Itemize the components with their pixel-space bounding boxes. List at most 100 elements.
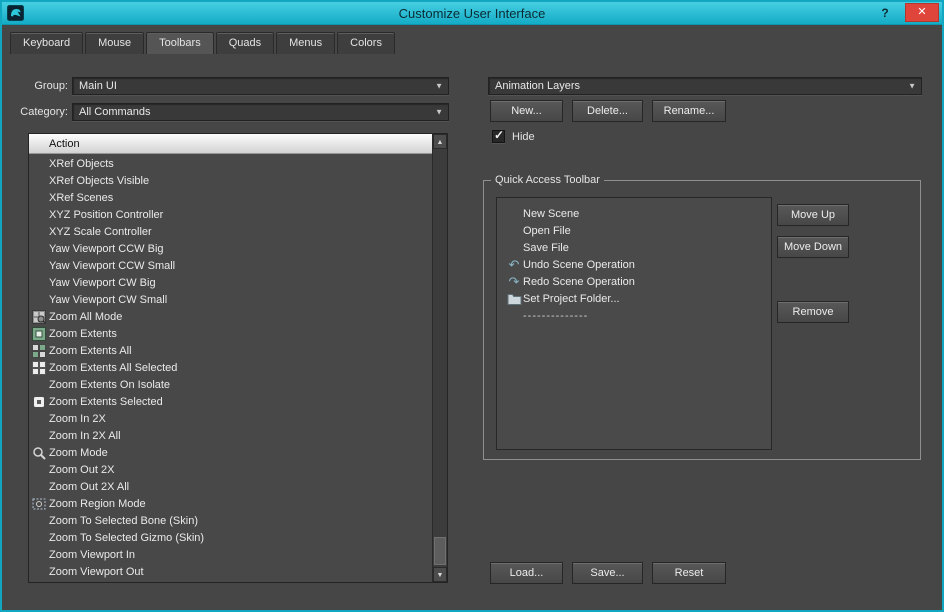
qat-list-item[interactable]: Open File: [497, 222, 771, 239]
action-list-item[interactable]: Yaw Viewport CW Small: [29, 291, 432, 308]
category-dropdown[interactable]: All Commands ▼: [72, 103, 449, 121]
action-list-item[interactable]: Yaw Viewport CCW Small: [29, 257, 432, 274]
group-label: Group:: [34, 80, 68, 92]
action-item-label: Zoom Mode: [49, 446, 108, 459]
load-button[interactable]: Load...: [490, 562, 563, 584]
action-list-item[interactable]: Zoom Out 2X: [29, 461, 432, 478]
action-list-item[interactable]: Zoom To Selected Bone (Skin): [29, 512, 432, 529]
group-dropdown[interactable]: Main UI ▼: [72, 77, 449, 95]
action-item-label: Zoom To Selected Bone (Skin): [49, 514, 198, 527]
tab-colors[interactable]: Colors: [337, 32, 395, 54]
action-list-item[interactable]: Zoom Region Mode: [29, 495, 432, 512]
zoom-mode-icon: [29, 446, 49, 460]
action-item-label: Yaw Viewport CW Small: [49, 293, 168, 306]
tab-mouse[interactable]: Mouse: [85, 32, 145, 54]
scrollbar-thumb[interactable]: [434, 537, 446, 565]
action-list-item[interactable]: Zoom Extents Selected: [29, 393, 432, 410]
action-list-item[interactable]: Zoom Mode: [29, 444, 432, 461]
qat-list-item[interactable]: ↷ Redo Scene Operation: [497, 273, 771, 290]
action-list-item[interactable]: Zoom Extents: [29, 325, 432, 342]
qat-list-item[interactable]: Save File: [497, 239, 771, 256]
action-list-item[interactable]: Zoom In 2X: [29, 410, 432, 427]
action-item-label: Zoom Viewport Out: [49, 565, 144, 578]
category-label: Category:: [20, 106, 68, 118]
action-list-item[interactable]: Zoom Viewport In: [29, 546, 432, 563]
action-list-header: Action: [29, 134, 432, 154]
remove-button[interactable]: Remove: [777, 301, 849, 323]
action-list-item[interactable]: XRef Objects: [29, 155, 432, 172]
close-button[interactable]: ✕: [905, 3, 939, 22]
tab-bar: Keyboard Mouse Toolbars Quads Menus Colors: [10, 32, 395, 54]
action-list-item[interactable]: Zoom Out 2X All: [29, 478, 432, 495]
action-items: XRef Objects XRef Objects Visible XRef Sce…: [29, 155, 432, 582]
action-list-item[interactable]: XYZ Position Controller: [29, 206, 432, 223]
hide-checkbox-label: Hide: [512, 131, 535, 143]
tab-quads[interactable]: Quads: [215, 32, 275, 54]
new-button[interactable]: New...: [490, 100, 563, 122]
redo-icon: ↷: [508, 274, 520, 289]
action-list-item[interactable]: XRef Objects Visible: [29, 172, 432, 189]
action-item-label: Yaw Viewport CCW Small: [49, 259, 176, 272]
action-item-label: Zoom In 2X: [49, 412, 106, 425]
zoom-region-mode-icon: [29, 497, 49, 511]
tab-menus[interactable]: Menus: [276, 32, 336, 54]
action-item-label: Zoom Extents: [49, 327, 117, 340]
qat-item-label: New Scene: [523, 207, 580, 220]
toolbar-dropdown[interactable]: Animation Layers ▼: [488, 77, 922, 95]
action-item-label: Zoom Out 2X: [49, 463, 115, 476]
qat-item-label: Save File: [523, 241, 569, 254]
window-title: Customize User Interface: [398, 6, 546, 21]
qat-item-label: Undo Scene Operation: [523, 258, 635, 271]
action-item-label: Zoom Extents All: [49, 344, 132, 357]
zoom-extents-all-icon: [29, 343, 49, 358]
action-item-label: Zoom Viewport In: [49, 548, 136, 561]
title-bar[interactable]: Customize User Interface ? ✕: [2, 2, 942, 25]
action-item-label: XYZ Scale Controller: [49, 225, 152, 238]
action-list-scrollbar[interactable]: ▲ ▼: [432, 134, 447, 582]
action-item-label: Zoom Region Mode: [49, 497, 146, 510]
undo-icon: ↶: [508, 257, 520, 272]
tab-toolbars[interactable]: Toolbars: [146, 32, 214, 54]
check-icon: ✓: [494, 128, 505, 142]
hide-checkbox[interactable]: ✓: [492, 128, 505, 143]
action-list-item[interactable]: Zoom Extents On Isolate: [29, 376, 432, 393]
reset-button[interactable]: Reset: [652, 562, 726, 584]
group-dropdown-value: Main UI: [79, 80, 117, 92]
zoom-extents-all-selected-icon: [29, 360, 49, 375]
quick-access-toolbar-list: New Scene Open File Save File ↶ Undo Scene O…: [496, 197, 772, 450]
move-up-button[interactable]: Move Up: [777, 204, 849, 226]
scroll-up-icon[interactable]: ▲: [433, 134, 447, 149]
save-button[interactable]: Save...: [572, 562, 643, 584]
action-list-item[interactable]: Zoom All Mode: [29, 308, 432, 325]
action-item-label: Zoom Extents On Isolate: [49, 378, 171, 391]
delete-button[interactable]: Delete...: [572, 100, 643, 122]
action-item-label: XRef Scenes: [49, 191, 114, 204]
action-list-item[interactable]: Yaw Viewport CCW Big: [29, 240, 432, 257]
tab-keyboard[interactable]: Keyboard: [10, 32, 84, 54]
qat-list-item[interactable]: New Scene: [497, 205, 771, 222]
action-list-item[interactable]: XYZ Scale Controller: [29, 223, 432, 240]
rename-button[interactable]: Rename...: [652, 100, 726, 122]
action-list-item[interactable]: XRef Scenes: [29, 189, 432, 206]
action-list-item[interactable]: Zoom To Selected Gizmo (Skin): [29, 529, 432, 546]
action-list-item[interactable]: Yaw Viewport CW Big: [29, 274, 432, 291]
scroll-down-icon[interactable]: ▼: [433, 567, 447, 582]
action-list-item[interactable]: Zoom Extents All: [29, 342, 432, 359]
action-item-label: XRef Objects: [49, 157, 114, 170]
action-item-label: XYZ Position Controller: [49, 208, 164, 221]
qat-list-item[interactable]: Set Project Folder...: [497, 290, 771, 307]
zoom-extents-selected-icon: [29, 395, 49, 409]
move-down-button[interactable]: Move Down: [777, 236, 849, 258]
action-item-label: Zoom All Mode: [49, 310, 123, 323]
action-item-label: Yaw Viewport CW Big: [49, 276, 156, 289]
action-list-item[interactable]: Zoom Extents All Selected: [29, 359, 432, 376]
qat-list-item[interactable]: ↶ Undo Scene Operation: [497, 256, 771, 273]
help-button[interactable]: ?: [872, 4, 898, 23]
toolbar-dropdown-value: Animation Layers: [495, 80, 580, 92]
action-list-item[interactable]: Zoom Viewport Out: [29, 563, 432, 580]
qat-list-item-separator[interactable]: --------------: [497, 307, 771, 324]
action-list-item[interactable]: Zoom In 2X All: [29, 427, 432, 444]
qat-item-label: Set Project Folder...: [523, 292, 620, 305]
quick-access-toolbar-title: Quick Access Toolbar: [491, 174, 604, 186]
category-dropdown-value: All Commands: [79, 106, 151, 118]
